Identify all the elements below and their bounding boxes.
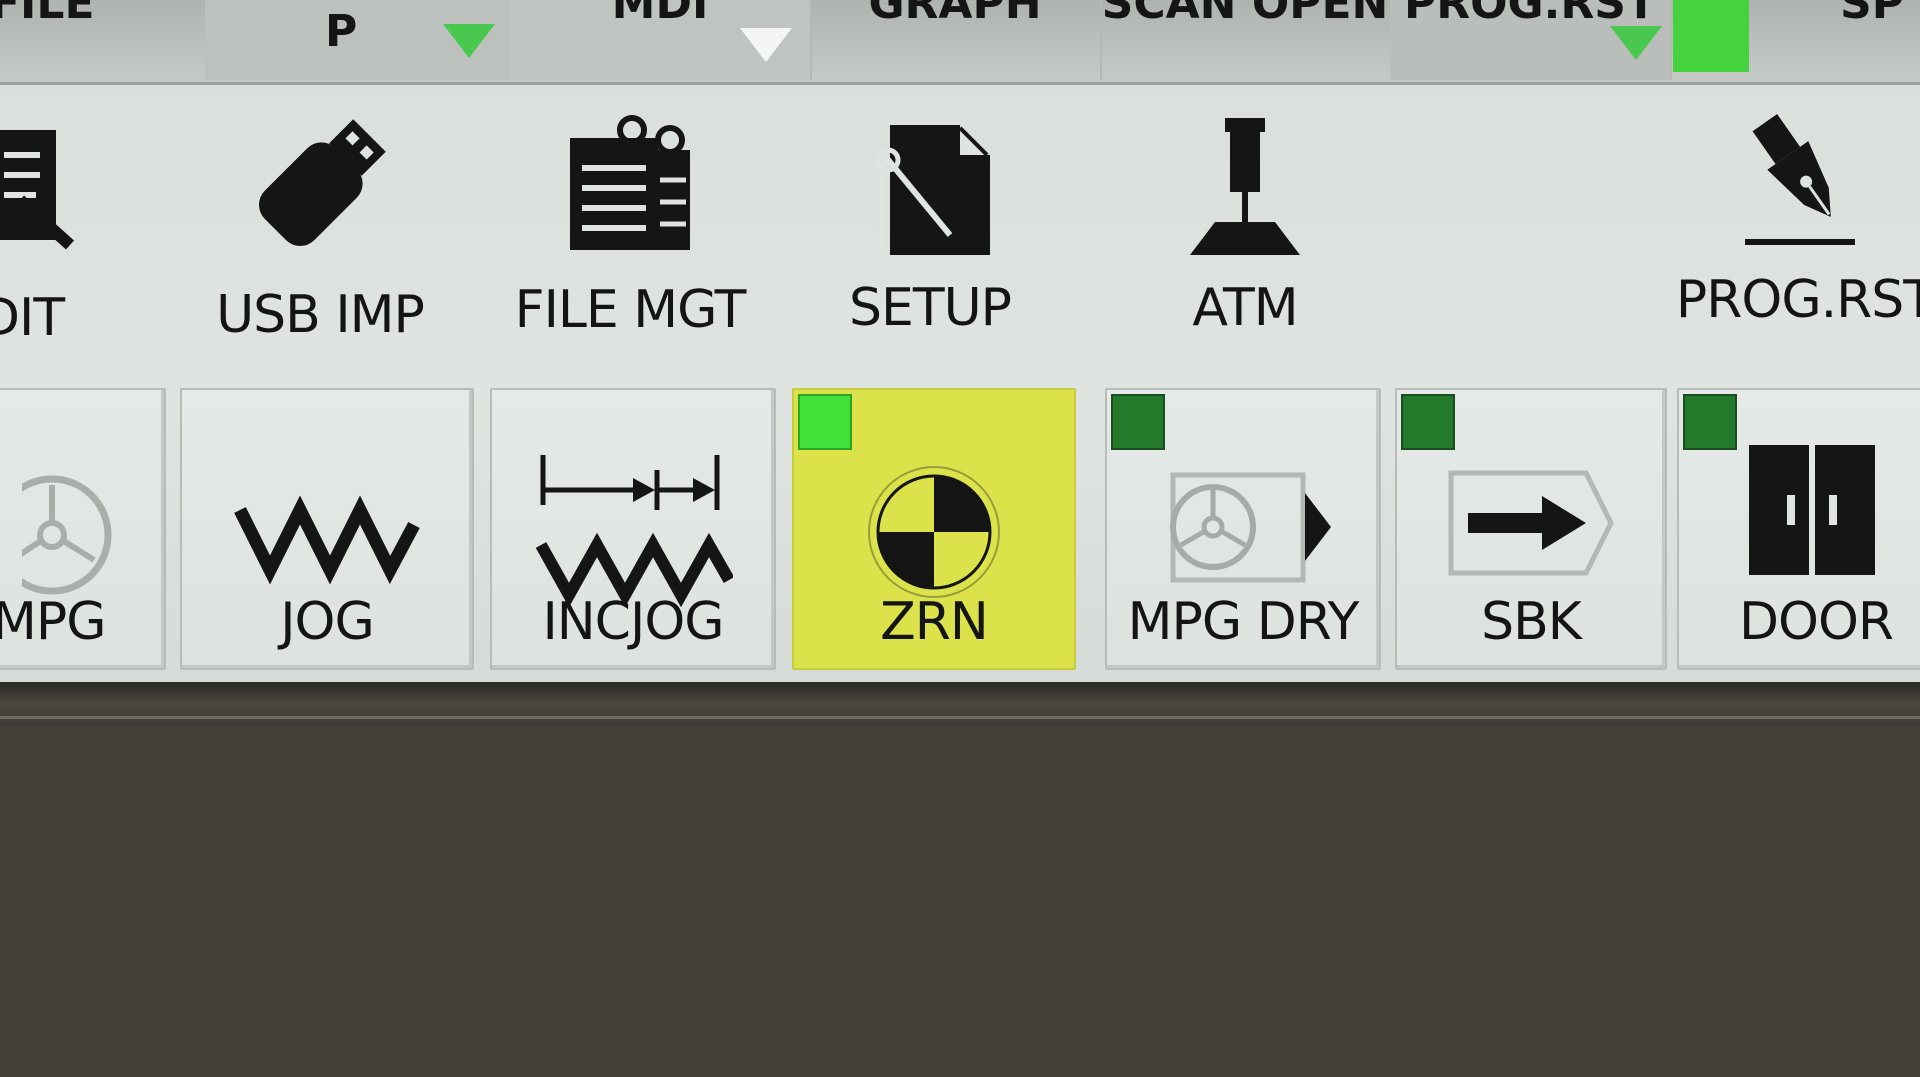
tab-file[interactable]: FILE (0, 0, 207, 80)
tab-p[interactable]: P (205, 0, 512, 80)
incremental-jog-icon (535, 455, 733, 608)
mode-label: JOG (280, 592, 375, 652)
edit-icon (0, 130, 75, 250)
file-manager-icon (570, 115, 690, 250)
tab-scan-open[interactable]: SCAN OPEN (1100, 0, 1392, 80)
tab-label: FILE (0, 0, 95, 29)
usb-drive-icon (258, 119, 386, 247)
handwheel-arrow-icon (1170, 472, 1331, 583)
mode-zrn[interactable]: ZRN (792, 388, 1076, 670)
mode-label: MPG DRY (1127, 592, 1360, 652)
zigzag-icon (234, 495, 420, 585)
dropdown-indicator-icon (740, 28, 792, 62)
single-block-arrow-icon (1448, 470, 1614, 576)
mode-led-indicator (1683, 394, 1737, 450)
function-prog-rst[interactable]: PROG.RST (1676, 100, 1920, 350)
door-icon (1749, 445, 1875, 575)
handwheel-icon (22, 475, 112, 595)
mode-label: MPG (0, 592, 107, 652)
function-label: PROG.RST (1675, 270, 1920, 330)
top-tab-bar: FILE P MDI GRAPH SCAN OPEN PROG.RST SP (0, 0, 1920, 85)
tab-label: PROG.RST (1404, 0, 1656, 29)
mode-led-indicator (1401, 394, 1455, 450)
function-atm[interactable]: ATM (1130, 100, 1360, 350)
cnc-screen: FILE P MDI GRAPH SCAN OPEN PROG.RST SP I… (0, 0, 1920, 682)
mode-led-indicator (798, 394, 852, 450)
zero-return-icon (868, 466, 1000, 598)
mode-mpg[interactable]: MPG (0, 388, 166, 670)
status-indicator (1673, 0, 1749, 72)
function-file-mgt[interactable]: FILE MGT (515, 100, 746, 350)
mode-sbk[interactable]: SBK (1395, 388, 1667, 670)
mode-label: INCJOG (542, 592, 724, 652)
setup-document-icon (875, 125, 990, 255)
dropdown-indicator-icon (1610, 26, 1662, 60)
tab-prog-rst[interactable]: PROG.RST (1390, 0, 1672, 80)
mode-label: SBK (1481, 592, 1582, 652)
dropdown-indicator-icon (443, 24, 495, 58)
tab-label: SP (1840, 0, 1904, 29)
tab-graph[interactable]: GRAPH (810, 0, 1102, 80)
function-label: SETUP (848, 278, 1012, 338)
atm-probe-icon (1190, 118, 1300, 255)
monitor-bezel (0, 682, 1920, 726)
tab-label: P (325, 6, 358, 57)
mode-incjog[interactable]: INCJOG (490, 388, 776, 670)
tab-label: SCAN OPEN (1101, 0, 1389, 29)
function-label: USB IMP (216, 285, 425, 345)
mode-mpg-dry[interactable]: MPG DRY (1105, 388, 1381, 670)
mode-door[interactable]: DOOR (1677, 388, 1920, 670)
mode-jog[interactable]: JOG (180, 388, 474, 670)
function-label: ATM (1192, 278, 1298, 338)
function-label: FILE MGT (514, 280, 747, 340)
bezel-edge (0, 716, 1920, 719)
function-setup[interactable]: SETUP (815, 100, 1045, 350)
function-usb-imp[interactable]: USB IMP (210, 100, 430, 350)
mode-label: ZRN (880, 592, 989, 652)
fountain-pen-icon (1745, 114, 1855, 245)
tab-mdi[interactable]: MDI (510, 0, 812, 80)
mode-led-indicator (1111, 394, 1165, 450)
tab-sp[interactable]: SP (1750, 0, 1920, 80)
function-edit[interactable]: DIT (0, 100, 90, 350)
mode-label: DOOR (1739, 592, 1894, 652)
tab-label: GRAPH (868, 0, 1042, 29)
function-label: DIT (0, 288, 65, 348)
tab-label: MDI (611, 0, 709, 29)
